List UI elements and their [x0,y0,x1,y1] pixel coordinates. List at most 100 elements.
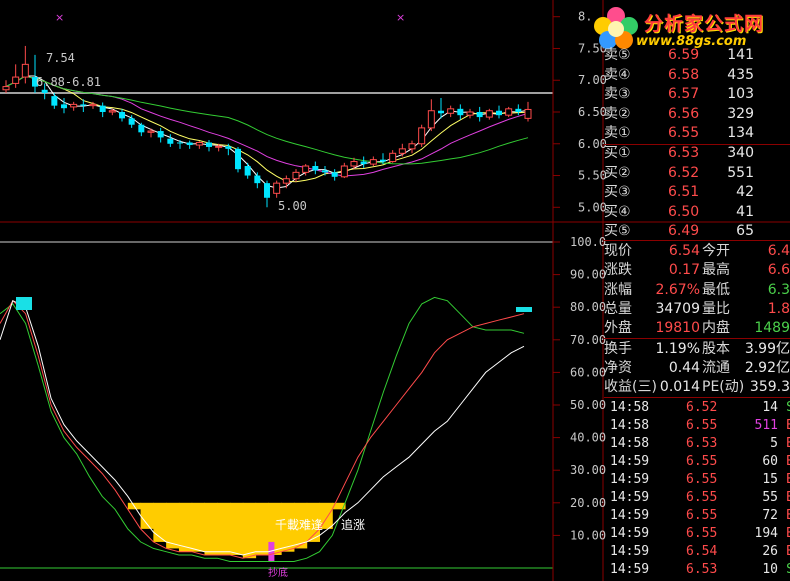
tick-time: 14:59 [610,472,650,487]
candle [496,105,502,119]
signal-block-right [516,307,532,312]
order-level-label: 买① [604,145,631,161]
quote-value-2: 6.4 [767,243,790,259]
tick-time: 14:58 [610,436,650,451]
tick-volume: 55 [762,490,778,505]
quote-row: 现价 6.54 今开 6.4 [604,242,790,261]
indicator-tick-label: 20.00 [570,496,606,510]
quote-value-1: 34709 [655,300,700,317]
order-level-label: 买⑤ [604,223,631,240]
order-volume: 340 [727,145,754,161]
quote-value-2: 6.6 [767,262,790,279]
fill-segment [230,502,244,555]
tick-price: 6.55 [686,454,718,469]
order-price: 6.56 [668,105,700,122]
candle [331,169,338,181]
tick-price: 6.53 [686,436,718,451]
fund-value-2: 2.92亿 [744,360,790,376]
tick-direction: B [786,453,790,471]
candle [340,162,348,179]
chase-signal-label: 追涨 [341,517,365,532]
tick-row: 14:59 6.55 55 B [604,489,790,507]
tick-direction: B [786,471,790,489]
tick-direction: B [786,507,790,525]
quote-row: 外盘 19810 内盘 1489 [604,319,790,338]
candle [466,108,474,119]
indicator-tick-label: 90.00 [570,268,606,282]
tick-time: 14:59 [610,526,650,541]
order-volume: 103 [727,86,754,103]
order-volume: 65 [736,223,754,240]
indicator-axis: 100.0 90.00 80.00 70.00 60.00 50.00 40.00 30.00… [553,235,606,542]
candle [427,99,435,132]
tick-price: 6.55 [686,472,718,487]
candle [2,80,10,93]
tick-volume: 14 [762,400,778,415]
quote-label-1: 涨幅 [604,281,632,298]
candle [312,161,319,175]
quote-value-1: 6.54 [668,243,700,259]
order-volume: 435 [727,66,754,83]
tick-direction: S [786,561,790,579]
ticks-divider [604,397,790,398]
tick-price: 6.55 [686,490,718,505]
tick-row: 14:59 6.55 72 B [604,507,790,525]
tick-time: 14:59 [610,490,650,505]
fundamentals-row: 收益(三) 0.014 PE(动) 359.3 [604,378,790,397]
fill-segment [178,502,193,552]
order-book-row: 买② 6.52 551 [604,164,790,183]
fund-label-1: 收益(三) [604,379,657,395]
tick-volume: 194 [754,526,778,541]
candle [264,180,270,208]
quote-value-2: 1.8 [767,300,790,317]
order-level-label: 买④ [604,203,631,220]
indicator-tick-label: 30.00 [570,463,606,477]
candle [515,104,522,116]
ma-line-24 [5,75,529,165]
tick-direction: B [786,525,790,543]
candle [485,108,493,120]
order-level-label: 卖③ [604,86,631,103]
candle [206,139,212,152]
quote-label-2: 今开 [702,243,730,259]
fill-segment [191,502,205,552]
indicator-tick-label: 50.00 [570,398,606,412]
candle [398,143,406,157]
quote-value-1: 0.17 [668,262,700,279]
candle [254,172,261,189]
tick-row: 14:59 6.55 15 B [604,471,790,489]
quote-label-1: 涨跌 [604,262,632,279]
candle [476,106,483,122]
fundamentals-divider [604,338,790,339]
indicator-tick-label: 10.00 [570,528,606,542]
indicator-tick-label: 80.00 [570,300,606,314]
order-price: 6.53 [668,145,700,161]
fill-segment [255,502,269,555]
tick-volume: 511 [754,418,778,433]
ma-line-6 [5,75,529,183]
marker-x-icon: × [55,11,64,24]
tick-row: 14:58 6.55 511 B [604,417,790,435]
price-tick-label: 7.00 [578,73,607,87]
candle [524,101,532,122]
indicator-tick-label: 100.0 [570,235,606,249]
tick-time: 14:58 [610,400,650,415]
price-tick-label: 6.50 [578,105,607,119]
tick-row: 14:59 6.55 60 B [604,453,790,471]
quote-value-1: 19810 [655,320,700,337]
tick-row: 14:59 6.54 26 B [604,543,790,561]
tick-volume: 5 [770,436,778,451]
indicator-tick-label: 40.00 [570,431,606,445]
quote-value-2: 6.3 [767,281,790,298]
tick-time: 14:59 [610,454,650,469]
tick-direction: S [786,399,790,417]
fund-value-2: 3.99亿 [744,341,790,357]
tick-direction: B [786,417,790,435]
tick-time: 14:58 [610,418,650,433]
candle [244,162,251,179]
order-book-row: 卖③ 6.57 103 [604,85,790,104]
tick-row: 14:58 6.53 5B [604,435,790,453]
quote-row: 总量 34709 量比 1.8 [604,300,790,319]
tick-price: 6.55 [686,508,718,523]
candle [119,108,125,122]
